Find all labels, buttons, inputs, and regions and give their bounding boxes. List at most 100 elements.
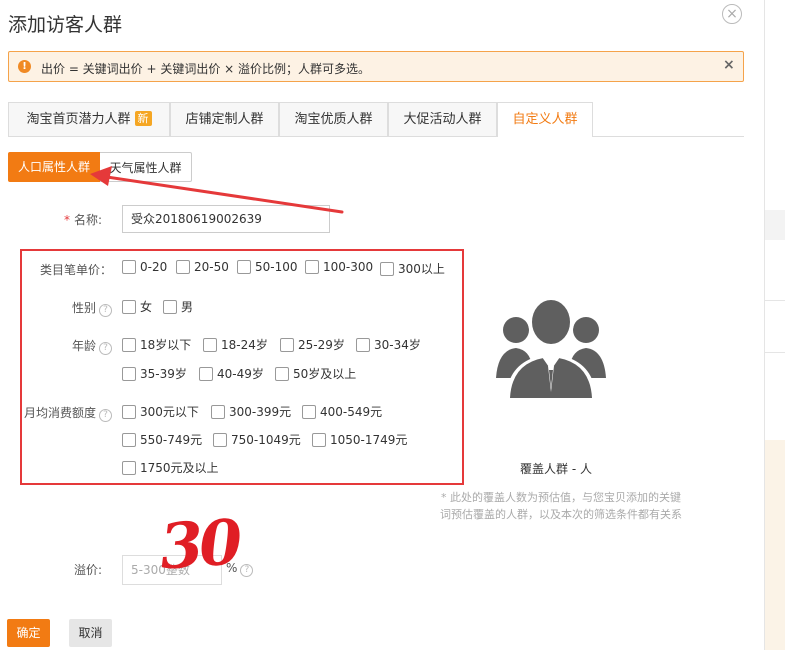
checkbox[interactable] <box>211 404 225 419</box>
checkbox[interactable] <box>199 366 213 381</box>
option-label: 400-549元 <box>320 405 383 419</box>
category-option[interactable]: 0-20 <box>122 260 167 274</box>
age-option[interactable]: 18岁以下 <box>122 336 191 353</box>
alert-close-icon[interactable]: × <box>723 57 735 73</box>
option-label: 35-39岁 <box>140 367 187 381</box>
checkbox[interactable] <box>280 337 294 352</box>
age-option[interactable]: 40-49岁 <box>199 365 264 382</box>
dialog-title: 添加访客人群 <box>8 14 123 36</box>
tab-label: 大促活动人群 <box>403 112 482 127</box>
required-mark: * <box>63 213 70 227</box>
cancel-button[interactable]: 取消 <box>69 619 112 647</box>
checkbox[interactable] <box>237 260 251 274</box>
tab-label: 淘宝优质人群 <box>294 112 373 127</box>
spend-option[interactable]: 1750元及以上 <box>122 459 219 476</box>
tab-label: 淘宝首页潜力人群 <box>26 112 131 127</box>
checkbox[interactable] <box>122 432 136 447</box>
gender-option[interactable]: 男 <box>163 298 193 315</box>
option-label: 300-399元 <box>229 405 292 419</box>
option-label: 0-20 <box>140 260 168 274</box>
checkbox[interactable] <box>356 337 370 352</box>
spend-option[interactable]: 550-749元 <box>122 431 202 448</box>
option-label: 1750元及以上 <box>140 461 219 475</box>
tab-promotion[interactable]: 大促活动人群 <box>388 102 497 136</box>
option-label: 300元以下 <box>140 405 199 419</box>
audience-group-icon <box>496 299 606 398</box>
checkbox[interactable] <box>203 337 217 352</box>
gender-label-text: 性别 <box>71 301 96 315</box>
tab-label: 自定义人群 <box>512 112 578 127</box>
option-label: 50-100 <box>255 260 298 274</box>
checkbox[interactable] <box>380 261 394 276</box>
help-icon[interactable]: ? <box>99 409 112 422</box>
close-icon[interactable]: × <box>722 4 742 24</box>
gender-option[interactable]: 女 <box>122 298 152 315</box>
warning-icon: ! <box>18 60 31 73</box>
help-icon[interactable]: ? <box>240 564 254 577</box>
checkbox[interactable] <box>176 260 190 274</box>
checkbox[interactable] <box>305 260 319 274</box>
alert-text: 出价 = 关键词出价 + 关键词出价 × 溢价比例；人群可多选。 <box>41 62 371 76</box>
checkbox[interactable] <box>122 460 136 475</box>
checkbox[interactable] <box>122 260 136 274</box>
option-label: 550-749元 <box>140 433 203 447</box>
category-option[interactable]: 300以上 <box>380 260 445 277</box>
category-option[interactable]: 100-300 <box>305 260 373 274</box>
category-option[interactable]: 50-100 <box>237 260 298 274</box>
help-icon[interactable]: ? <box>99 304 112 317</box>
gender-label: 性别? <box>24 299 112 317</box>
checkbox[interactable] <box>122 299 136 314</box>
checkbox[interactable] <box>302 404 316 419</box>
option-label: 300以上 <box>398 262 445 276</box>
age-option[interactable]: 18-24岁 <box>203 336 268 353</box>
option-label: 30-34岁 <box>374 338 421 352</box>
age-option[interactable]: 30-34岁 <box>356 336 421 353</box>
new-badge: 新 <box>134 111 152 126</box>
age-option[interactable]: 50岁及以上 <box>275 365 356 382</box>
age-option[interactable]: 35-39岁 <box>122 365 187 382</box>
option-label: 1050-1749元 <box>330 433 408 447</box>
info-alert: ! 出价 = 关键词出价 + 关键词出价 × 溢价比例；人群可多选。 × <box>8 51 744 82</box>
spend-option[interactable]: 300-399元 <box>211 403 291 420</box>
option-label: 20-50 <box>194 260 229 274</box>
age-option[interactable]: 25-29岁 <box>280 336 345 353</box>
tab-homepage-potential[interactable]: 淘宝首页潜力人群新 <box>8 102 170 136</box>
tab-label: 店铺定制人群 <box>185 112 264 127</box>
spend-option[interactable]: 750-1049元 <box>213 431 301 448</box>
spend-option[interactable]: 1050-1749元 <box>312 431 407 448</box>
spend-option[interactable]: 400-549元 <box>302 403 382 420</box>
option-label: 100-300 <box>323 260 374 274</box>
spend-label: 月均消费额度? <box>8 404 112 422</box>
tab-taobao-quality[interactable]: 淘宝优质人群 <box>279 102 388 136</box>
checkbox[interactable] <box>122 366 136 381</box>
help-icon[interactable]: ? <box>99 342 112 355</box>
coverage-note: * 此处的覆盖人数为预估值，与您宝贝添加的关键词预估覆盖的人群，以及本次的筛选条… <box>440 491 682 521</box>
option-label: 18岁以下 <box>140 338 192 352</box>
age-label: 年龄? <box>24 337 112 355</box>
option-label: 40-49岁 <box>217 367 264 381</box>
option-label: 女 <box>140 300 153 314</box>
checkbox[interactable] <box>122 404 136 419</box>
checkbox[interactable] <box>163 299 177 314</box>
checkbox[interactable] <box>312 432 326 447</box>
option-label: 男 <box>181 300 194 314</box>
option-label: 50岁及以上 <box>293 367 357 381</box>
annotation-arrow <box>90 166 344 214</box>
tab-custom[interactable]: 自定义人群 <box>497 102 593 137</box>
checkbox[interactable] <box>122 337 136 352</box>
confirm-button[interactable]: 确定 <box>7 619 50 647</box>
checkbox[interactable] <box>213 432 227 447</box>
premium-label: 溢价: <box>73 563 102 577</box>
audience-tabs: 淘宝首页潜力人群新 店铺定制人群 淘宝优质人群 大促活动人群 自定义人群 <box>8 102 744 137</box>
age-label-text: 年龄 <box>71 339 96 353</box>
option-label: 25-29岁 <box>298 338 345 352</box>
category-option[interactable]: 20-50 <box>176 260 229 274</box>
option-label: 18-24岁 <box>221 338 268 352</box>
background-page-strip <box>764 0 785 650</box>
handwritten-annotation: 30 <box>157 505 241 584</box>
coverage-count: 覆盖人群 - 人 <box>520 462 592 476</box>
tab-store-custom[interactable]: 店铺定制人群 <box>170 102 279 136</box>
spend-label-text: 月均消费额度 <box>23 406 96 420</box>
checkbox[interactable] <box>275 366 289 381</box>
spend-option[interactable]: 300元以下 <box>122 403 199 420</box>
